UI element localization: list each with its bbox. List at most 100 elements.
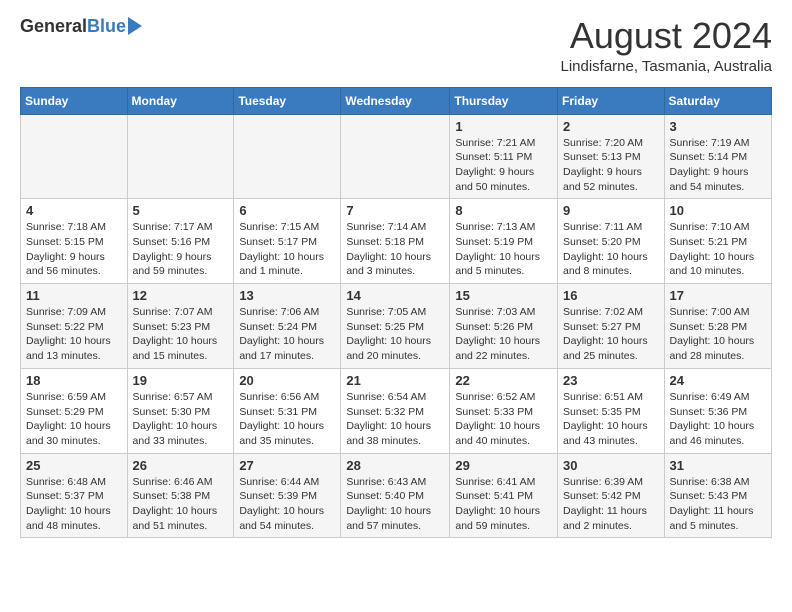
- day-number: 17: [670, 288, 766, 303]
- days-of-week-row: SundayMondayTuesdayWednesdayThursdayFrid…: [21, 87, 772, 114]
- day-info: Sunrise: 7:02 AMSunset: 5:27 PMDaylight:…: [563, 305, 659, 364]
- day-number: 1: [455, 119, 552, 134]
- title-area: August 2024 Lindisfarne, Tasmania, Austr…: [560, 16, 772, 75]
- day-header-friday: Friday: [558, 87, 665, 114]
- calendar-cell: [21, 114, 128, 199]
- logo-blue-text: Blue: [87, 16, 126, 37]
- day-info: Sunrise: 7:18 AMSunset: 5:15 PMDaylight:…: [26, 220, 122, 279]
- logo: General Blue: [20, 16, 142, 37]
- day-number: 15: [455, 288, 552, 303]
- day-number: 31: [670, 458, 766, 473]
- calendar-cell: 1 Sunrise: 7:21 AMSunset: 5:11 PMDaylight…: [450, 114, 558, 199]
- calendar-cell: 9 Sunrise: 7:11 AMSunset: 5:20 PMDaylight…: [558, 199, 665, 284]
- calendar-cell: 13 Sunrise: 7:06 AMSunset: 5:24 PMDayligh…: [234, 284, 341, 369]
- day-info: Sunrise: 7:11 AMSunset: 5:20 PMDaylight:…: [563, 220, 659, 279]
- calendar-cell: 24 Sunrise: 6:49 AMSunset: 5:36 PMDayligh…: [664, 368, 771, 453]
- day-number: 25: [26, 458, 122, 473]
- day-number: 8: [455, 203, 552, 218]
- day-number: 2: [563, 119, 659, 134]
- day-number: 13: [239, 288, 335, 303]
- calendar-cell: 26 Sunrise: 6:46 AMSunset: 5:38 PMDayligh…: [127, 453, 234, 538]
- day-number: 3: [670, 119, 766, 134]
- day-info: Sunrise: 6:52 AMSunset: 5:33 PMDaylight:…: [455, 390, 552, 449]
- day-number: 29: [455, 458, 552, 473]
- day-info: Sunrise: 7:20 AMSunset: 5:13 PMDaylight:…: [563, 136, 659, 195]
- day-info: Sunrise: 7:14 AMSunset: 5:18 PMDaylight:…: [346, 220, 444, 279]
- calendar-cell: 18 Sunrise: 6:59 AMSunset: 5:29 PMDayligh…: [21, 368, 128, 453]
- day-number: 6: [239, 203, 335, 218]
- main-title: August 2024: [560, 16, 772, 56]
- calendar-cell: 2 Sunrise: 7:20 AMSunset: 5:13 PMDaylight…: [558, 114, 665, 199]
- day-info: Sunrise: 7:03 AMSunset: 5:26 PMDaylight:…: [455, 305, 552, 364]
- day-number: 19: [133, 373, 229, 388]
- calendar-cell: 27Sunrise: 6:44 AMSunset: 5:39 PMDayligh…: [234, 453, 341, 538]
- day-info: Sunrise: 7:05 AMSunset: 5:25 PMDaylight:…: [346, 305, 444, 364]
- calendar-body: 1 Sunrise: 7:21 AMSunset: 5:11 PMDaylight…: [21, 114, 772, 538]
- day-info: Sunrise: 6:39 AMSunset: 5:42 PMDaylight:…: [563, 475, 659, 534]
- calendar-cell: 30 Sunrise: 6:39 AMSunset: 5:42 PMDayligh…: [558, 453, 665, 538]
- day-info: Sunrise: 7:07 AMSunset: 5:23 PMDaylight:…: [133, 305, 229, 364]
- day-info: Sunrise: 6:59 AMSunset: 5:29 PMDaylight:…: [26, 390, 122, 449]
- day-info: Sunrise: 6:56 AMSunset: 5:31 PMDaylight:…: [239, 390, 335, 449]
- day-info: Sunrise: 7:06 AMSunset: 5:24 PMDaylight:…: [239, 305, 335, 364]
- day-number: 30: [563, 458, 659, 473]
- day-number: 27: [239, 458, 335, 473]
- day-info: Sunrise: 6:46 AMSunset: 5:38 PMDaylight:…: [133, 475, 229, 534]
- day-info: Sunrise: 6:51 AMSunset: 5:35 PMDaylight:…: [563, 390, 659, 449]
- day-info: Sunrise: 6:49 AMSunset: 5:36 PMDaylight:…: [670, 390, 766, 449]
- day-number: 22: [455, 373, 552, 388]
- day-info: Sunrise: 6:57 AMSunset: 5:30 PMDaylight:…: [133, 390, 229, 449]
- calendar-cell: 22 Sunrise: 6:52 AMSunset: 5:33 PMDayligh…: [450, 368, 558, 453]
- day-header-wednesday: Wednesday: [341, 87, 450, 114]
- day-header-tuesday: Tuesday: [234, 87, 341, 114]
- day-number: 24: [670, 373, 766, 388]
- calendar-cell: 31 Sunrise: 6:38 AMSunset: 5:43 PMDayligh…: [664, 453, 771, 538]
- day-header-saturday: Saturday: [664, 87, 771, 114]
- day-header-sunday: Sunday: [21, 87, 128, 114]
- day-number: 20: [239, 373, 335, 388]
- day-info: Sunrise: 6:54 AMSunset: 5:32 PMDaylight:…: [346, 390, 444, 449]
- calendar-cell: 20 Sunrise: 6:56 AMSunset: 5:31 PMDayligh…: [234, 368, 341, 453]
- day-number: 9: [563, 203, 659, 218]
- logo-arrow-icon: [128, 17, 142, 35]
- day-info: Sunrise: 6:43 AMSunset: 5:40 PMDaylight:…: [346, 475, 444, 534]
- calendar-cell: 4Sunrise: 7:18 AMSunset: 5:15 PMDaylight…: [21, 199, 128, 284]
- calendar-cell: [234, 114, 341, 199]
- calendar-cell: [341, 114, 450, 199]
- calendar-cell: [127, 114, 234, 199]
- day-number: 18: [26, 373, 122, 388]
- day-number: 10: [670, 203, 766, 218]
- calendar-cell: 3 Sunrise: 7:19 AMSunset: 5:14 PMDaylight…: [664, 114, 771, 199]
- week-row-3: 11Sunrise: 7:09 AMSunset: 5:22 PMDayligh…: [21, 284, 772, 369]
- calendar-header: SundayMondayTuesdayWednesdayThursdayFrid…: [21, 87, 772, 114]
- week-row-5: 25Sunrise: 6:48 AMSunset: 5:37 PMDayligh…: [21, 453, 772, 538]
- day-info: Sunrise: 7:15 AMSunset: 5:17 PMDaylight:…: [239, 220, 335, 279]
- calendar-cell: 10 Sunrise: 7:10 AMSunset: 5:21 PMDayligh…: [664, 199, 771, 284]
- day-number: 23: [563, 373, 659, 388]
- calendar-cell: 25Sunrise: 6:48 AMSunset: 5:37 PMDayligh…: [21, 453, 128, 538]
- calendar-cell: 17 Sunrise: 7:00 AMSunset: 5:28 PMDayligh…: [664, 284, 771, 369]
- calendar-table: SundayMondayTuesdayWednesdayThursdayFrid…: [20, 87, 772, 539]
- calendar-cell: 29Sunrise: 6:41 AMSunset: 5:41 PMDayligh…: [450, 453, 558, 538]
- calendar-cell: 7Sunrise: 7:14 AMSunset: 5:18 PMDaylight…: [341, 199, 450, 284]
- day-info: Sunrise: 7:21 AMSunset: 5:11 PMDaylight:…: [455, 136, 552, 195]
- day-info: Sunrise: 7:19 AMSunset: 5:14 PMDaylight:…: [670, 136, 766, 195]
- day-header-thursday: Thursday: [450, 87, 558, 114]
- calendar-cell: 14 Sunrise: 7:05 AMSunset: 5:25 PMDayligh…: [341, 284, 450, 369]
- day-number: 11: [26, 288, 122, 303]
- day-info: Sunrise: 6:38 AMSunset: 5:43 PMDaylight:…: [670, 475, 766, 534]
- week-row-1: 1 Sunrise: 7:21 AMSunset: 5:11 PMDaylight…: [21, 114, 772, 199]
- logo-general-text: General: [20, 16, 87, 37]
- subtitle: Lindisfarne, Tasmania, Australia: [560, 58, 772, 75]
- day-number: 5: [133, 203, 229, 218]
- calendar-cell: 5 Sunrise: 7:17 AMSunset: 5:16 PMDaylight…: [127, 199, 234, 284]
- day-number: 26: [133, 458, 229, 473]
- week-row-2: 4Sunrise: 7:18 AMSunset: 5:15 PMDaylight…: [21, 199, 772, 284]
- day-info: Sunrise: 7:10 AMSunset: 5:21 PMDaylight:…: [670, 220, 766, 279]
- day-number: 14: [346, 288, 444, 303]
- day-info: Sunrise: 7:17 AMSunset: 5:16 PMDaylight:…: [133, 220, 229, 279]
- day-info: Sunrise: 7:00 AMSunset: 5:28 PMDaylight:…: [670, 305, 766, 364]
- day-info: Sunrise: 7:13 AMSunset: 5:19 PMDaylight:…: [455, 220, 552, 279]
- day-number: 16: [563, 288, 659, 303]
- week-row-4: 18 Sunrise: 6:59 AMSunset: 5:29 PMDayligh…: [21, 368, 772, 453]
